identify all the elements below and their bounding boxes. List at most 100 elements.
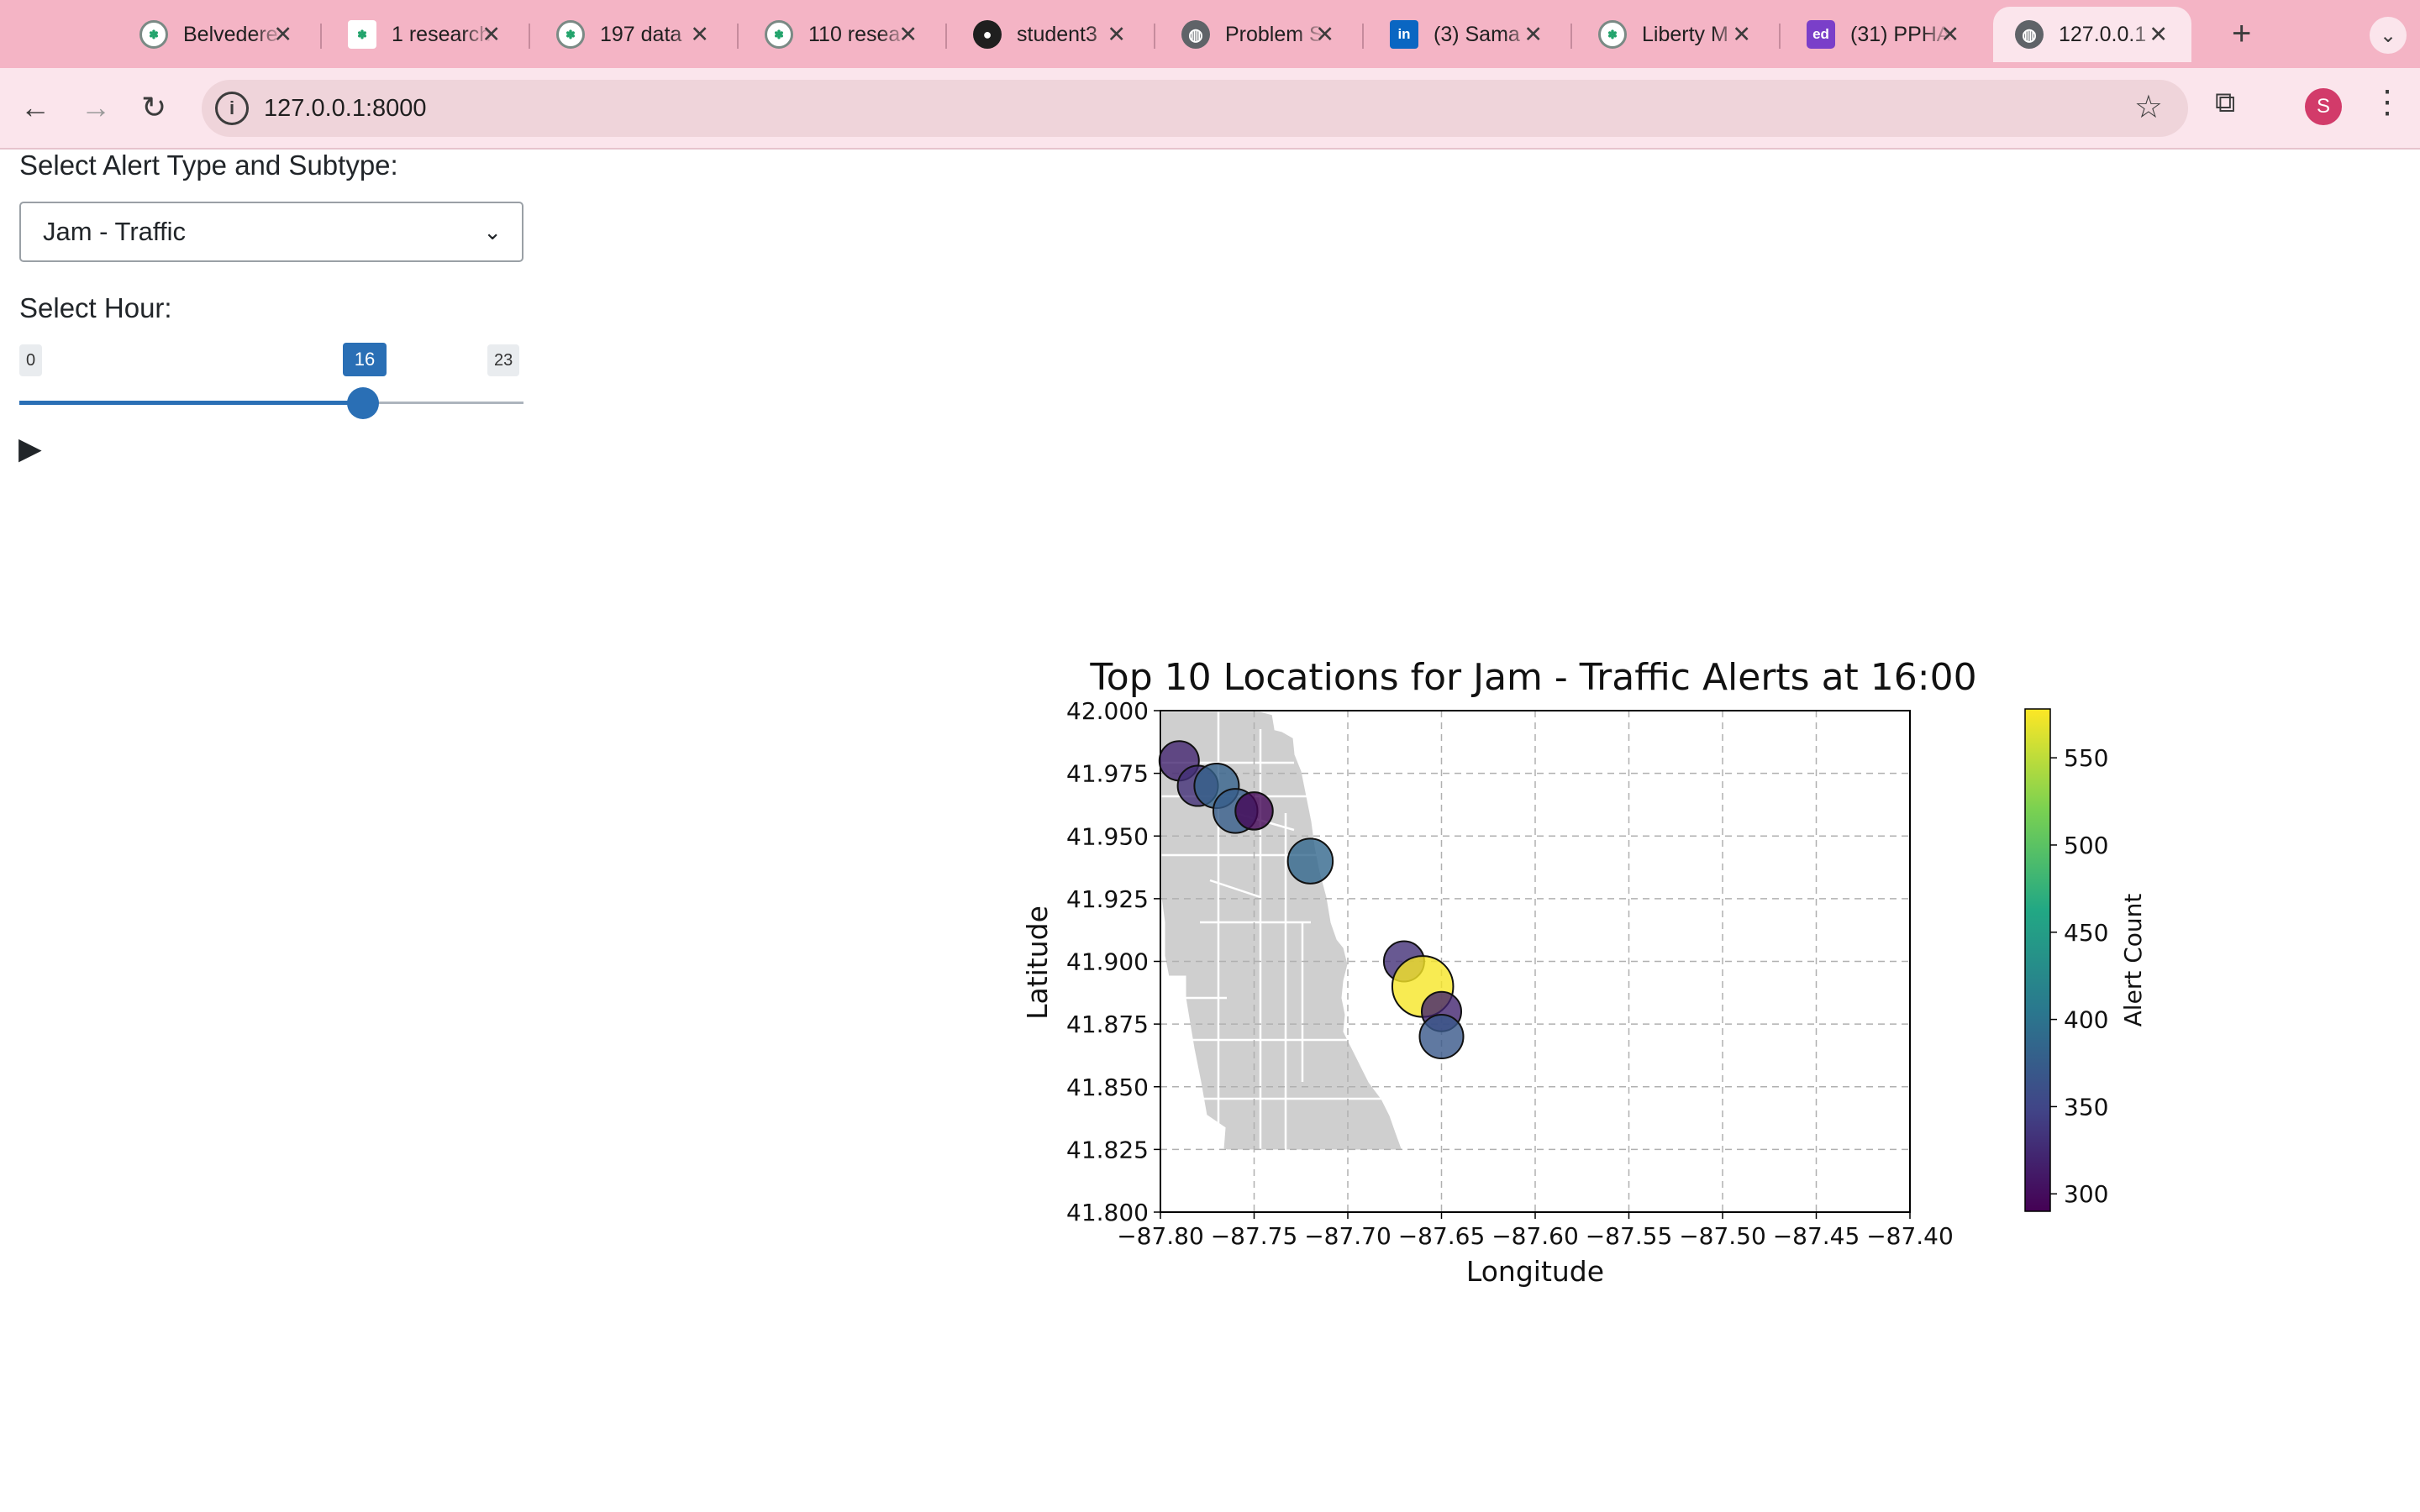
url-text[interactable]: 127.0.0.1:8000 bbox=[264, 80, 427, 137]
x-tick-label: −87.65 bbox=[1398, 1222, 1486, 1250]
tab-separator bbox=[529, 24, 530, 49]
forward-button[interactable]: → bbox=[81, 88, 111, 127]
profile-avatar[interactable]: S bbox=[2305, 88, 2342, 125]
close-tab-icon[interactable]: ✕ bbox=[481, 22, 501, 48]
tab-search-button[interactable]: ⌄ bbox=[2370, 17, 2407, 54]
hour-label: Select Hour: bbox=[19, 292, 172, 323]
tab-1[interactable]: ✽ Belvedere ✕ bbox=[118, 7, 316, 62]
chart-title: Top 10 Locations for Jam - Traffic Alert… bbox=[1089, 656, 1976, 699]
tab-title: Liberty M bbox=[1642, 22, 1728, 46]
tab-title: student3 bbox=[1017, 22, 1097, 46]
doc-icon: ✽ bbox=[348, 20, 376, 49]
tab-5[interactable]: ● student3 ✕ bbox=[951, 7, 1150, 62]
wiki-icon: ✽ bbox=[1598, 20, 1627, 49]
tab-10[interactable]: ◍ 127.0.0.1 ✕ bbox=[1993, 7, 2191, 62]
hour-slider-handle[interactable] bbox=[347, 387, 379, 419]
github-icon: ● bbox=[973, 20, 1002, 49]
colorbar-tick-label: 500 bbox=[2064, 832, 2108, 859]
colorbar bbox=[2024, 708, 2051, 1212]
forward-arrow-icon: → bbox=[81, 90, 111, 124]
close-tab-icon[interactable]: ✕ bbox=[1523, 22, 1543, 48]
bookmark-star-icon[interactable]: ☆ bbox=[2134, 88, 2163, 126]
reload-icon: ↻ bbox=[141, 90, 167, 124]
reload-button[interactable]: ↻ bbox=[141, 88, 166, 127]
tab-strip: ✽ Belvedere ✕ ✽ 1 research ✕ ✽ 197 data ✕ ✽ 110 re… bbox=[0, 0, 2420, 68]
x-axis-ticks: −87.80 −87.75 −87.70 −87.65 −87.60 −87.55 −87.… bbox=[1117, 1212, 1954, 1250]
y-tick-label: 41.925 bbox=[1066, 885, 1149, 913]
tab-9[interactable]: ed (31) PPHA ✕ bbox=[1785, 7, 1983, 62]
chevron-down-icon: ⌄ bbox=[483, 219, 502, 244]
browser-toolbar: ← → ↻ i 127.0.0.1:8000 ☆ ⧉ S ⋮ bbox=[0, 68, 2420, 150]
tab-title: (31) PPHA bbox=[1850, 22, 1951, 46]
back-button[interactable]: ← bbox=[20, 88, 50, 127]
tab-8[interactable]: ✽ Liberty M ✕ bbox=[1576, 7, 1775, 62]
app-page: Select Alert Type and Subtype: Jam - Tra… bbox=[0, 150, 2420, 1512]
tab-title: Problem S bbox=[1225, 22, 1323, 46]
ed-icon: ed bbox=[1807, 20, 1835, 49]
linkedin-icon: in bbox=[1390, 20, 1418, 49]
y-tick-label: 41.875 bbox=[1066, 1011, 1149, 1038]
back-arrow-icon: ← bbox=[20, 90, 50, 124]
y-tick-label: 42.000 bbox=[1066, 697, 1149, 725]
tab-separator bbox=[1362, 24, 1364, 49]
site-info-icon[interactable]: i bbox=[215, 92, 249, 125]
y-tick-label: 41.825 bbox=[1066, 1136, 1149, 1163]
wiki-icon: ✽ bbox=[139, 20, 168, 49]
alerts-map-chart: Top 10 Locations for Jam - Traffic Alert… bbox=[1021, 656, 2147, 1288]
close-tab-icon[interactable]: ✕ bbox=[898, 22, 918, 48]
x-tick-label: −87.50 bbox=[1679, 1222, 1766, 1250]
x-tick-label: −87.45 bbox=[1773, 1222, 1860, 1250]
y-tick-label: 41.975 bbox=[1066, 760, 1149, 788]
colorbar-tick-label: 300 bbox=[2064, 1180, 2108, 1208]
x-tick-label: −87.70 bbox=[1304, 1222, 1392, 1250]
y-tick-label: 41.800 bbox=[1066, 1199, 1149, 1226]
tab-separator bbox=[320, 24, 322, 49]
tab-separator bbox=[1570, 24, 1572, 49]
globe-icon: ◍ bbox=[1181, 20, 1210, 49]
play-button[interactable]: ▶ bbox=[18, 432, 42, 465]
tab-title: 110 resea bbox=[808, 22, 901, 46]
tab-2[interactable]: ✽ 1 research ✕ bbox=[326, 7, 524, 62]
hour-slider-fill bbox=[19, 401, 364, 405]
tab-3[interactable]: ✽ 197 data ✕ bbox=[534, 7, 733, 62]
chevron-down-icon: ⌄ bbox=[2379, 24, 2397, 47]
tab-title: 127.0.0.1 bbox=[2059, 22, 2147, 46]
colorbar-tick-label: 400 bbox=[2064, 1006, 2108, 1034]
close-tab-icon[interactable]: ✕ bbox=[1315, 22, 1334, 48]
alert-type-dropdown[interactable]: Jam - Traffic ⌄ bbox=[19, 202, 523, 262]
close-tab-icon[interactable]: ✕ bbox=[273, 22, 292, 48]
new-tab-button[interactable]: + bbox=[2232, 13, 2251, 54]
tab-separator bbox=[1779, 24, 1781, 49]
alert-location-point bbox=[1234, 791, 1274, 831]
y-tick-label: 41.950 bbox=[1066, 822, 1149, 850]
colorbar-tick-label: 450 bbox=[2064, 919, 2108, 947]
tab-4[interactable]: ✽ 110 resea ✕ bbox=[743, 7, 941, 62]
x-axis-label: Longitude bbox=[1466, 1255, 1604, 1288]
tab-separator bbox=[1154, 24, 1155, 49]
close-tab-icon[interactable]: ✕ bbox=[1940, 22, 1960, 48]
address-bar[interactable]: i 127.0.0.1:8000 ☆ bbox=[202, 80, 2188, 137]
slider-value-badge: 16 bbox=[343, 343, 387, 376]
close-tab-icon[interactable]: ✕ bbox=[690, 22, 709, 48]
x-tick-label: −87.55 bbox=[1586, 1222, 1673, 1250]
close-tab-icon[interactable]: ✕ bbox=[2149, 22, 2168, 48]
play-icon: ▶ bbox=[18, 431, 42, 465]
wiki-icon: ✽ bbox=[765, 20, 793, 49]
alert-location-point bbox=[1418, 1014, 1465, 1060]
tab-title: 1 research bbox=[392, 22, 492, 46]
slider-max-label: 23 bbox=[487, 344, 520, 376]
tab-title: Belvedere bbox=[183, 22, 278, 46]
y-axis-label: Latitude bbox=[1021, 906, 1054, 1020]
close-tab-icon[interactable]: ✕ bbox=[1107, 22, 1126, 48]
extensions-icon[interactable]: ⧉ bbox=[2215, 87, 2235, 119]
tab-7[interactable]: in (3) Sama ✕ bbox=[1368, 7, 1566, 62]
tab-6[interactable]: ◍ Problem S ✕ bbox=[1160, 7, 1358, 62]
tab-separator bbox=[945, 24, 947, 49]
y-axis-ticks: 41.800 41.825 41.850 41.875 41.900 41.925 41.9… bbox=[1066, 697, 1160, 1226]
close-tab-icon[interactable]: ✕ bbox=[1732, 22, 1751, 48]
browser-menu-icon[interactable]: ⋮ bbox=[2371, 83, 2403, 121]
globe-icon: ◍ bbox=[2015, 20, 2044, 49]
x-tick-label: −87.60 bbox=[1491, 1222, 1579, 1250]
colorbar-ticks: 300 350 400 450 500 550 bbox=[2050, 744, 2108, 1208]
wiki-icon: ✽ bbox=[556, 20, 585, 49]
